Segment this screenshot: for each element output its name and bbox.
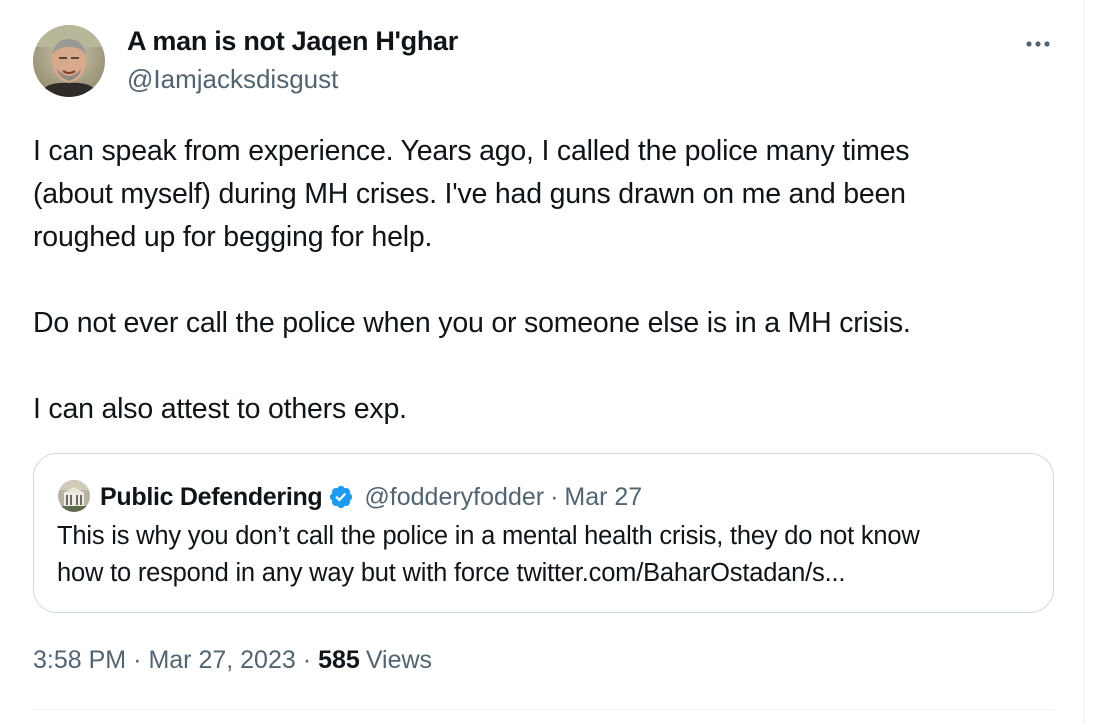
author-avatar[interactable] [33,25,105,97]
author-name[interactable]: A man is not Jaqen H'ghar [127,26,458,57]
quoted-text-line: how to respond in any way but with force… [57,559,846,587]
tweet-text-line: I can also attest to others exp. [33,393,407,425]
quoted-tweet-date[interactable]: Mar 27 [564,483,642,512]
tweet-text: I can speak from experience. Years ago, … [33,130,1043,431]
tweet-detail: A man is not Jaqen H'ghar @Iamjacksdisgu… [0,0,1084,724]
dot-separator: · [133,645,142,674]
divider [33,709,1054,710]
tweet-date[interactable]: Mar 27, 2023 [148,646,295,675]
dot-separator: · [550,482,559,511]
quoted-author-avatar[interactable] [58,480,90,512]
dot-separator: · [302,645,312,674]
courthouse-avatar-image [58,480,90,512]
quoted-text-line: This is why you don’t call the police in… [57,522,920,550]
tweet-text-line: Do not ever call the police when you or … [33,307,911,339]
tweet-text-line: (about myself) during MH crises. I've ha… [33,178,906,210]
quoted-author-handle[interactable]: @fodderyfodder [364,483,544,512]
tweet-time[interactable]: 3:58 PM [33,646,126,675]
more-options-button[interactable] [1018,26,1058,62]
tweet-text-line: roughed up for begging for help. [33,221,433,253]
tweet-text-line: I can speak from experience. Years ago, … [33,135,910,167]
quoted-tweet-header: Public Defendering @fodderyfodder · Mar … [100,480,642,514]
views-count: 585 [318,645,360,674]
verified-badge-icon [330,485,353,509]
quoted-tweet-text: This is why you don’t call the police in… [57,518,1037,592]
author-handle[interactable]: @Iamjacksdisgust [127,64,338,95]
more-horizontal-icon [1026,41,1050,47]
tweet-metadata: 3:58 PM · Mar 27, 2023 · 585 Views [33,643,432,677]
views-label: Views [365,645,433,674]
quoted-author-name[interactable]: Public Defendering [100,483,323,512]
quoted-tweet-card[interactable]: Public Defendering @fodderyfodder · Mar … [33,453,1054,613]
author-avatar-image [33,25,105,97]
